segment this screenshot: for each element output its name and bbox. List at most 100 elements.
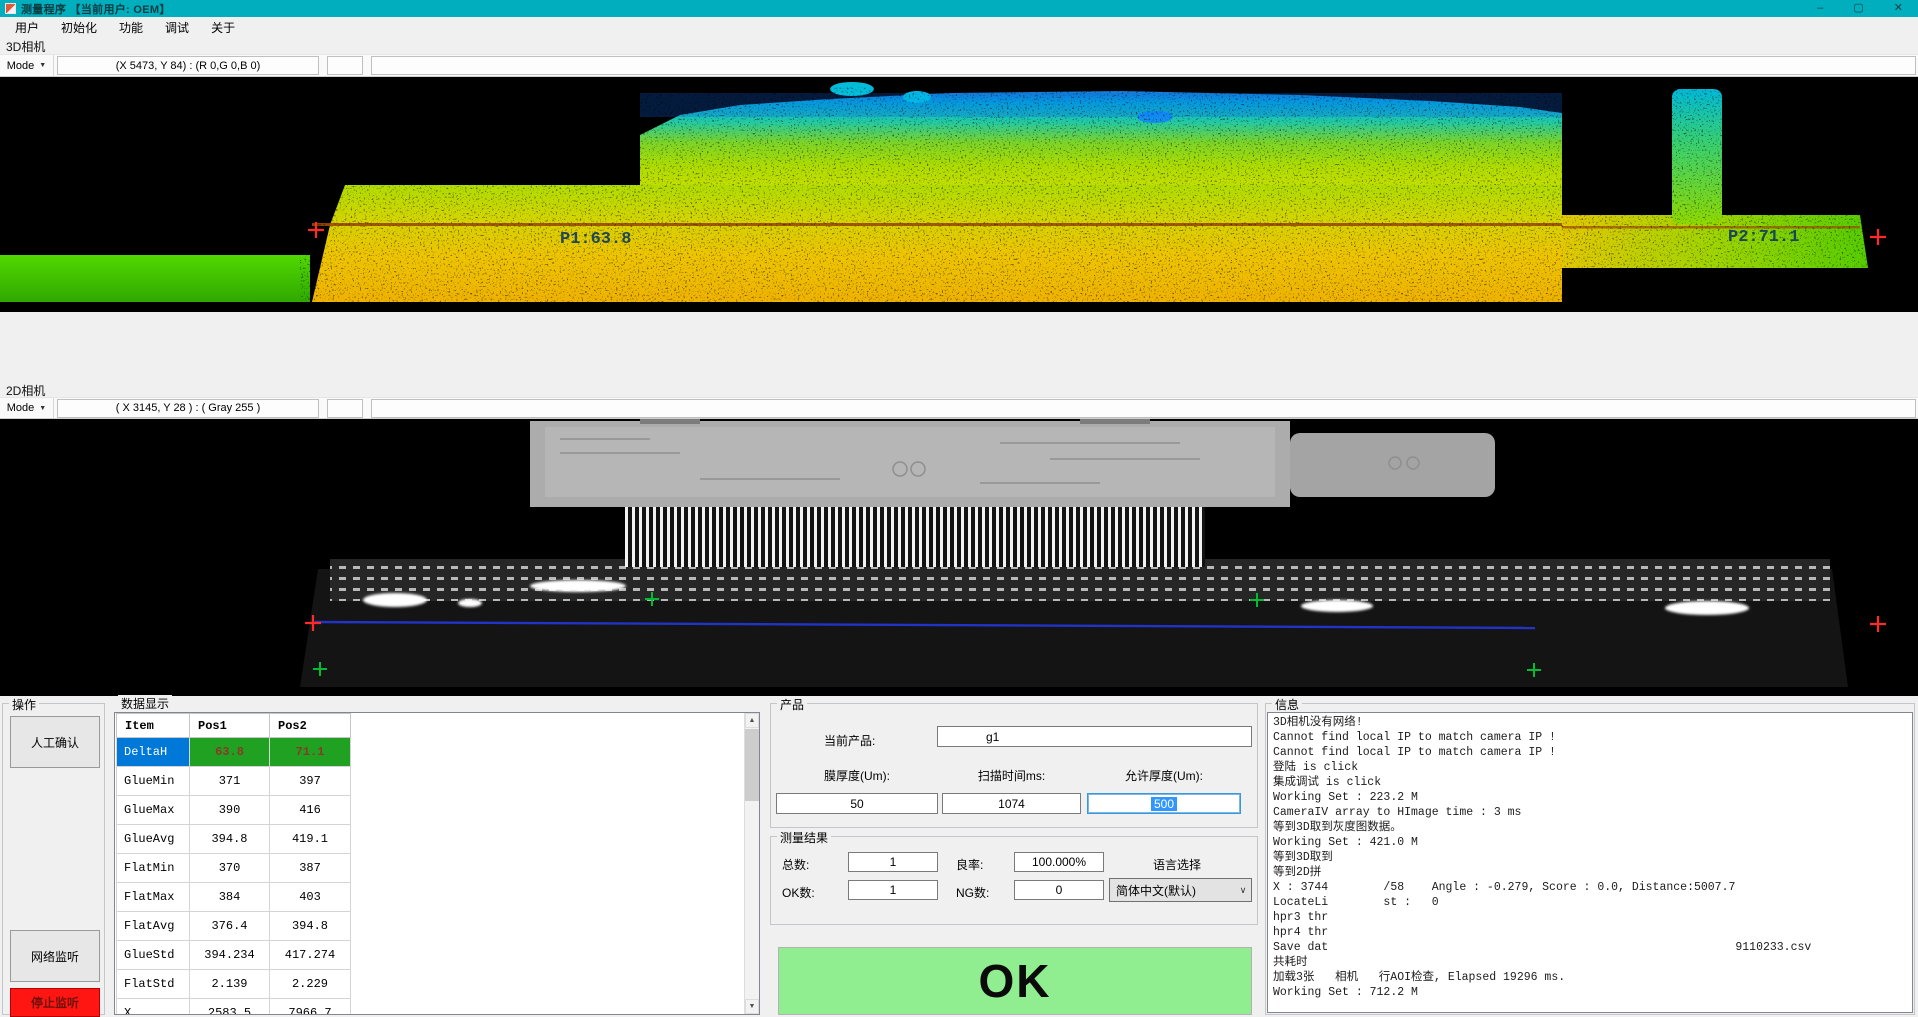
results-group-label: 测量结果 <box>777 829 831 846</box>
table-cell: GlueMin <box>117 767 190 796</box>
log-line: Working Set : 223.2 M <box>1273 790 1907 805</box>
allowed-thickness-label: 允许厚度(Um): <box>1087 767 1241 784</box>
log-line: 3D相机没有网络! <box>1273 715 1907 730</box>
table-cell: 417.274 <box>270 941 351 970</box>
chevron-down-icon: ▼ <box>39 405 46 412</box>
table-row[interactable]: FlatMin370387 <box>117 854 351 883</box>
operations-group-label: 操作 <box>9 696 39 713</box>
table-cell: 403 <box>270 883 351 912</box>
scroll-down-icon[interactable]: ▼ <box>745 999 759 1014</box>
ok-count-input[interactable] <box>848 880 938 900</box>
minimize-button[interactable]: – <box>1817 0 1823 17</box>
table-cell: 419.1 <box>270 825 351 854</box>
table-cell: FlatAvg <box>117 912 190 941</box>
log-line: 共耗时 <box>1273 955 1907 970</box>
table-row[interactable]: GlueAvg394.8419.1 <box>117 825 351 854</box>
camera3d-image[interactable]: P1:63.8 P2:71.1 <box>0 77 1918 312</box>
svg-text:P2:71.1: P2:71.1 <box>1728 228 1799 247</box>
menu-item-3[interactable]: 功能 <box>108 17 154 38</box>
table-row[interactable]: GlueMax390416 <box>117 796 351 825</box>
ng-count-label: NG数: <box>956 884 989 901</box>
table-cell: 416 <box>270 796 351 825</box>
log-line: 加载3张 相机 行AOI检查, Elapsed 19296 ms. <box>1273 970 1907 985</box>
table-row[interactable]: GlueMin371397 <box>117 767 351 796</box>
table-row[interactable]: DeltaH63.871.1 <box>117 738 351 767</box>
network-listen-button[interactable]: 网络监听 <box>10 930 100 982</box>
camera2d-mode-button[interactable]: Mode ▼ <box>0 398 54 418</box>
table-header-cell[interactable]: Pos2 <box>270 714 351 738</box>
camera3d-mode-button[interactable]: Mode ▼ <box>0 55 54 76</box>
log-line: Cannot find local IP to match camera IP … <box>1273 745 1907 760</box>
table-header-row: ItemPos1Pos2 <box>117 714 351 738</box>
table-cell: 2583.5 <box>190 999 270 1016</box>
scroll-up-icon[interactable]: ▲ <box>745 713 759 728</box>
table-cell: 384 <box>190 883 270 912</box>
table-cell: FlatStd <box>117 970 190 999</box>
menu-item-5[interactable]: 关于 <box>200 17 246 38</box>
table-cell: 394.234 <box>190 941 270 970</box>
log-line: X : 3744 /58 Angle : -0.279, Score : 0.0… <box>1273 880 1907 895</box>
table-cell: 2.229 <box>270 970 351 999</box>
camera2d-grayscale <box>0 419 1918 696</box>
language-select-dropdown[interactable]: 简体中文(默认) ∨ <box>1109 878 1252 902</box>
chevron-down-icon: ▼ <box>39 62 46 69</box>
table-header-cell[interactable]: Pos1 <box>190 714 270 738</box>
total-label: 总数: <box>782 856 809 873</box>
table-cell: 390 <box>190 796 270 825</box>
table-cell: 376.4 <box>190 912 270 941</box>
info-log[interactable]: 3D相机没有网络! Cannot find local IP to match c… <box>1267 712 1913 1013</box>
yield-input[interactable] <box>1014 852 1104 872</box>
log-line: hpr4 thr <box>1273 925 1907 940</box>
table-row[interactable]: X2583.57966.7 <box>117 999 351 1016</box>
camera3d-pixel-status: (X 5473, Y 84) : (R 0,G 0,B 0) <box>57 56 319 75</box>
log-line: 等到3D取到灰度图数据。 <box>1273 820 1907 835</box>
table-cell: DeltaH <box>117 738 190 767</box>
log-line: LocateLi st : 0 <box>1273 895 1907 910</box>
allowed-thickness-input[interactable]: 500 <box>1087 793 1241 814</box>
total-input[interactable] <box>848 852 938 872</box>
product-group-label: 产品 <box>777 696 807 713</box>
manual-confirm-button[interactable]: 人工确认 <box>10 716 100 768</box>
table-row[interactable]: GlueStd394.234417.274 <box>117 941 351 970</box>
table-cell: 394.8 <box>270 912 351 941</box>
table-cell: 397 <box>270 767 351 796</box>
film-thickness-input[interactable] <box>776 793 938 814</box>
table-row[interactable]: FlatStd2.1392.229 <box>117 970 351 999</box>
menu-item-2[interactable]: 初始化 <box>50 17 108 38</box>
ng-count-input[interactable] <box>1014 880 1104 900</box>
stop-listen-button[interactable]: 停止监听 <box>10 988 100 1017</box>
table-header-cell[interactable]: Item <box>117 714 190 738</box>
menu-item-1[interactable]: 用户 <box>4 17 50 38</box>
data-table: ItemPos1Pos2 DeltaH63.871.1GlueMin371397… <box>116 713 351 1015</box>
svg-text:P1:63.8: P1:63.8 <box>560 230 631 249</box>
log-line: Working Set : 712.2 M <box>1273 985 1907 1000</box>
table-cell: 63.8 <box>190 738 270 767</box>
camera3d-heightmap: P1:63.8 P2:71.1 <box>0 77 1918 312</box>
table-cell: 2.139 <box>190 970 270 999</box>
table-cell: X <box>117 999 190 1016</box>
table-row[interactable]: FlatAvg376.4394.8 <box>117 912 351 941</box>
log-line: 等到2D拼 <box>1273 865 1907 880</box>
table-scrollbar[interactable]: ▲ ▼ <box>744 713 759 1014</box>
title-bar: 测量程序 【当前用户: OEM】 – ▢ ✕ <box>0 0 1918 17</box>
scrollbar-thumb[interactable] <box>745 729 759 801</box>
log-line: 登陆 is click <box>1273 760 1907 775</box>
camera3d-toolbar: Mode ▼ (X 5473, Y 84) : (R 0,G 0,B 0) <box>0 54 1918 77</box>
data-display-listview[interactable]: ItemPos1Pos2 DeltaH63.871.1GlueMin371397… <box>114 712 760 1015</box>
measure-label-p2: P2:71.1 <box>1728 228 1799 247</box>
maximize-button[interactable]: ▢ <box>1853 0 1863 17</box>
menu-item-4[interactable]: 调试 <box>154 17 200 38</box>
close-button[interactable]: ✕ <box>1894 0 1903 17</box>
camera2d-toolbar: Mode ▼ ( X 3145, Y 28 ) : ( Gray 255 ) <box>0 397 1918 419</box>
yield-label: 良率: <box>956 856 983 873</box>
ok-count-label: OK数: <box>782 884 815 901</box>
table-row[interactable]: FlatMax384403 <box>117 883 351 912</box>
log-line: Save dat 9110233.csv <box>1273 940 1907 955</box>
result-indicator: OK <box>778 947 1252 1015</box>
scan-time-input[interactable] <box>942 793 1081 814</box>
table-cell: 71.1 <box>270 738 351 767</box>
window-title: 测量程序 【当前用户: OEM】 <box>21 1 171 17</box>
current-product-input[interactable] <box>937 726 1252 747</box>
camera2d-image[interactable] <box>0 419 1918 696</box>
chevron-down-icon: ∨ <box>1235 885 1251 896</box>
